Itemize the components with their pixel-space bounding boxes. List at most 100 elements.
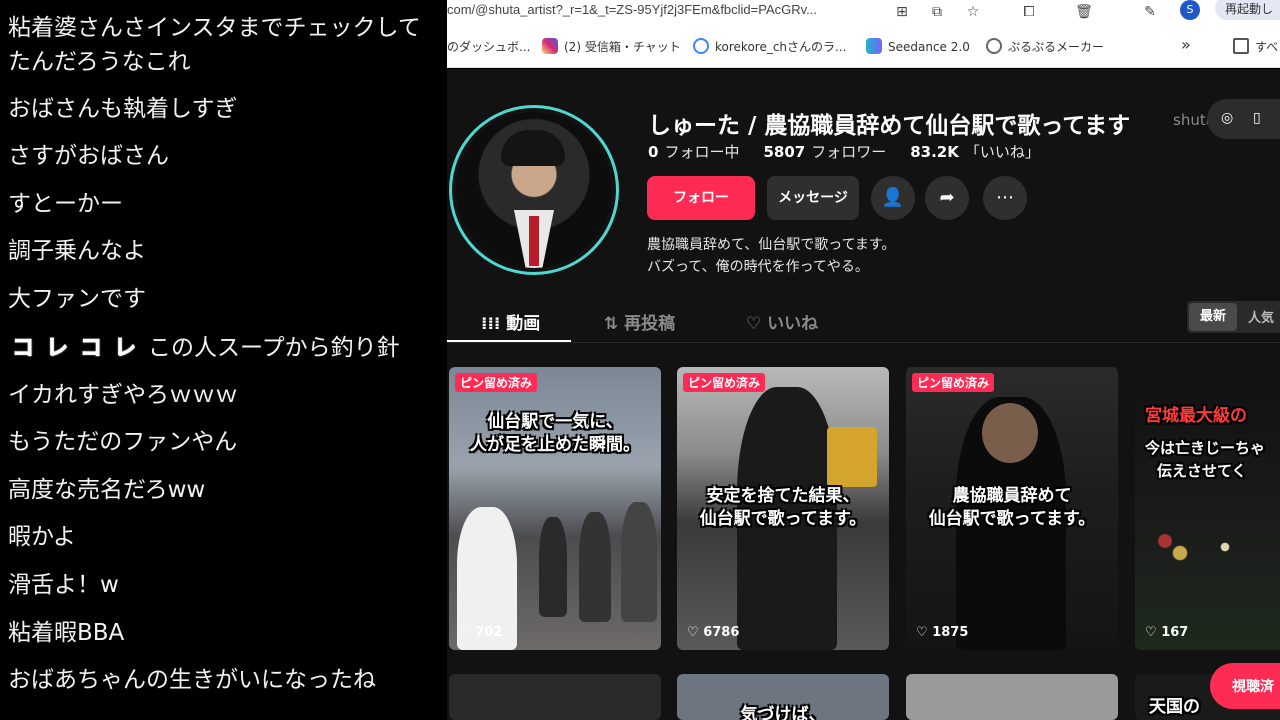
followers-label[interactable]: フォロワー (811, 143, 886, 161)
video-caption: 宮城最大級の (1145, 406, 1247, 426)
side-tools: ◎ ▯ (1207, 99, 1280, 139)
heart-icon: ♡ (1145, 625, 1157, 640)
view-count: ♡ 1875 (916, 625, 969, 640)
following-count: 0 (648, 143, 659, 161)
comment-with-badge: コレコレ この人スープから釣り針 (8, 334, 400, 363)
likes-count: 83.2K (910, 143, 959, 161)
add-friend-icon[interactable]: 👤 (871, 176, 915, 220)
video-caption: 人が足を止めた瞬間。 (470, 435, 640, 455)
bookmark-all[interactable]: すべ (1233, 38, 1278, 55)
address-bar[interactable]: com/@shuta_artist?_r=1&_t=ZS-95Yjf2j3FEm… (447, 0, 1280, 26)
comment: 滑舌よ！w (8, 572, 119, 598)
bookmark-instagram[interactable]: (2) 受信箱・チャット (542, 38, 681, 55)
video-card[interactable] (906, 674, 1118, 720)
heart-lock-icon: ♡ (746, 314, 762, 334)
view-count: ♡ 6786 (687, 625, 740, 640)
active-tab-underline (447, 340, 571, 342)
sort-popular[interactable]: 人気 (1248, 307, 1274, 326)
tab-likes[interactable]: ♡ いいね (746, 309, 818, 334)
followers-count: 5807 (763, 143, 806, 161)
message-button[interactable]: メッセージ (767, 176, 859, 220)
korekore-badge: コレコレ (11, 336, 136, 362)
comment: おばあちゃんの生きがいになったね (8, 667, 376, 693)
profile-stats: 0 フォロー中 5807 フォロワー 83.2K 「いいね」 (648, 141, 1064, 162)
translate-icon[interactable]: ⊞ (893, 3, 911, 21)
bio-line: バズって、俺の時代を作ってやる。 (647, 259, 869, 275)
follow-button[interactable]: フォロー (647, 176, 755, 220)
heart-icon: ♡ (459, 625, 471, 640)
tiktok-icon[interactable]: ◎ (1221, 110, 1233, 126)
comment: おばさんも執着しすぎ (8, 96, 238, 122)
video-caption: 仙台駅で歌ってます。 (699, 509, 867, 529)
comment: 粘着婆さんさインスタまでチェックして (8, 15, 421, 41)
bookmark-korekore[interactable]: korekore_chさんのラ... (693, 38, 846, 55)
pinned-badge: ピン留め済み (455, 373, 538, 392)
tab-reposts[interactable]: ⇅ 再投稿 (604, 309, 675, 334)
comment: 大ファンです (8, 286, 146, 312)
profile-name: しゅーた / 農協職員辞めて仙台駅で歌ってます (648, 113, 1131, 139)
video-caption: 気づけば、 (740, 705, 826, 720)
extensions-icon[interactable]: ⧠ (1020, 3, 1038, 21)
heart-icon: ♡ (916, 625, 928, 640)
pinned-badge: ピン留め済み (912, 373, 995, 392)
video-card[interactable]: ピン留め済み 安定を捨てた結果、 仙台駅で歌ってます。 ♡ 6786 (677, 367, 889, 650)
video-card[interactable]: 気づけば、 (677, 674, 889, 720)
repost-icon: ⇅ (604, 314, 619, 334)
comment: イカれすぎやろｗｗｗ (8, 382, 238, 408)
following-label[interactable]: フォロー中 (664, 143, 739, 161)
install-icon[interactable]: ⧉ (928, 3, 946, 21)
video-caption: 農協職員辞めて (952, 486, 1072, 506)
video-caption: 今は亡きじーちゃ (1145, 439, 1266, 457)
pinned-badge: ピン留め済み (683, 373, 766, 392)
folder-icon (1233, 38, 1249, 54)
video-card[interactable] (449, 674, 661, 720)
edit-icon[interactable]: ✎ (1141, 3, 1159, 21)
video-caption: 仙台駅で一気に、 (487, 412, 623, 432)
bookmarks-bar: のダッシュボ... (2) 受信箱・チャット korekore_chさんのラ..… (447, 26, 1280, 68)
comment: たんだろうなこれ (8, 49, 191, 75)
comment: 調子乗んなよ (8, 238, 146, 264)
instagram-icon (542, 38, 558, 54)
share-icon[interactable]: ➦ (925, 176, 969, 220)
likes-label: 「いいね」 (964, 143, 1040, 161)
more-bookmarks-icon[interactable]: » (1181, 35, 1191, 54)
grid-icon: ⁞⁞⁞ (481, 314, 501, 334)
more-options-icon[interactable]: ⋯ (983, 176, 1027, 220)
comment-text: この人スープから釣り針 (148, 335, 400, 361)
video-caption: 伝えさせてく (1157, 462, 1247, 480)
view-count: ♡ 702 (459, 625, 503, 640)
loading-icon (693, 38, 709, 54)
profile-avatar[interactable]: S (1180, 0, 1200, 20)
video-card[interactable]: ピン留め済み 農協職員辞めて 仙台駅で歌ってます。 ♡ 1875 (906, 367, 1118, 650)
sort-latest[interactable]: 最新 (1189, 303, 1237, 331)
delete-icon[interactable]: 🗑 (1075, 3, 1093, 21)
video-card[interactable]: ピン留め済み 仙台駅で一気に、 人が足を止めた瞬間。 ♡ 702 (449, 367, 661, 650)
bookmark-purupuru[interactable]: ぷるぷるメーカー (986, 38, 1104, 55)
sort-toggle: 最新 人気 (1187, 301, 1280, 333)
restart-button[interactable]: 再起動し (1215, 0, 1280, 20)
heart-icon: ♡ (687, 625, 699, 640)
comment: さすがおばさん (8, 143, 169, 169)
globe-icon (986, 38, 1002, 54)
bookmark-star-icon[interactable]: ☆ (964, 3, 982, 21)
video-caption: 安定を捨てた結果、 (706, 486, 860, 506)
comment: すとーかー (8, 191, 123, 217)
comment: 粘着暇BBA (8, 620, 125, 646)
comment: もうただのファンやん (8, 429, 238, 455)
video-card[interactable]: 宮城最大級の 今は亡きじーちゃ 伝えさせてく ♡ 167 (1135, 367, 1280, 650)
bio-line: 農協職員辞めて、仙台駅で歌ってます。 (647, 237, 896, 253)
video-caption: 仙台駅で歌ってます。 (928, 509, 1096, 529)
view-count: ♡ 167 (1145, 625, 1189, 640)
comment-overlay: 粘着婆さんさインスタまでチェックして たんだろうなこれ おばさんも執着しすぎ さ… (0, 0, 447, 720)
phone-icon[interactable]: ▯ (1253, 110, 1261, 126)
profile-avatar-large[interactable] (449, 105, 619, 275)
watched-button[interactable]: 視聴済 (1210, 663, 1280, 709)
tab-videos[interactable]: ⁞⁞⁞ 動画 (481, 309, 540, 334)
profile-page: しゅーた / 農協職員辞めて仙台駅で歌ってます shuta_artist ◎ ▯… (447, 69, 1280, 720)
comment: 暇かよ (8, 524, 76, 550)
url-text[interactable]: com/@shuta_artist?_r=1&_t=ZS-95Yjf2j3FEm… (447, 2, 817, 17)
bookmark-dashboard[interactable]: のダッシュボ... (447, 38, 530, 55)
comment: 高度な売名だろww (8, 477, 206, 503)
bookmark-seedance[interactable]: Seedance 2.0 (866, 38, 970, 54)
seedance-icon (866, 38, 882, 54)
